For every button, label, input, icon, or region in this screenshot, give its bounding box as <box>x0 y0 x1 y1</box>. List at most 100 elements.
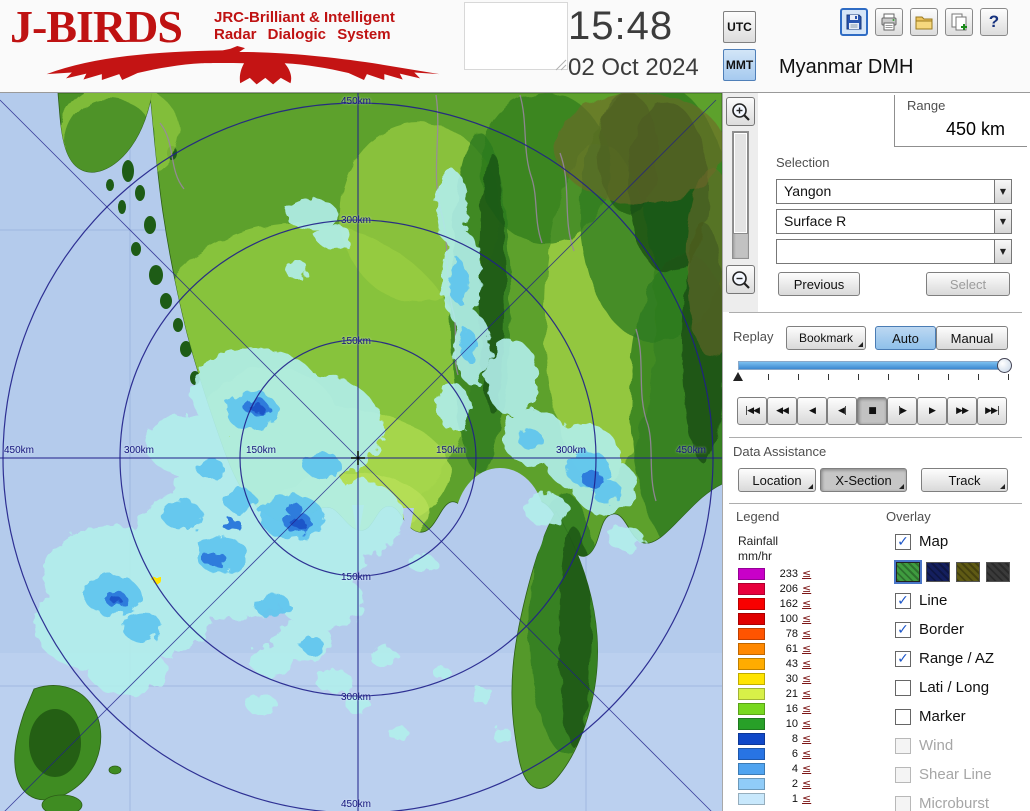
track-button[interactable]: Track <box>921 468 1008 492</box>
location-button[interactable]: Location <box>738 468 816 492</box>
legend-row: 1 ≤ <box>738 791 811 806</box>
print-icon <box>881 13 897 31</box>
map-style-swatch-3[interactable] <box>986 562 1010 582</box>
legend-color-swatch <box>738 642 765 655</box>
legend-row: 233 ≤ <box>738 566 811 581</box>
divider <box>729 503 1022 504</box>
radar-map-area[interactable]: 450km 300km 150km 150km 300km 450km 450km 300km… <box>0 93 722 811</box>
legend-lte-symbol: ≤ <box>802 792 812 805</box>
previous-button[interactable]: Previous <box>778 272 860 296</box>
legend-rows: 233 ≤206 ≤162 ≤100 ≤78 ≤61 ≤43 ≤30 ≤21 ≤16 ≤10 ≤8 ≤6… <box>738 566 811 806</box>
playback-button-8[interactable]: ▶▶| <box>977 397 1007 425</box>
replay-slider[interactable] <box>738 358 1012 373</box>
checkbox-line[interactable]: ✓ <box>895 592 911 609</box>
legend-lte-symbol: ≤ <box>802 597 812 610</box>
checkbox-lati-long[interactable] <box>895 679 911 696</box>
overlay-item-line[interactable]: ✓ Line <box>895 592 1027 609</box>
radar-map-canvas[interactable] <box>0 93 722 811</box>
legend-lte-symbol: ≤ <box>802 657 812 670</box>
menu-corner-icon <box>899 484 904 489</box>
playback-button-6[interactable]: ▶ <box>917 397 947 425</box>
map-style-swatch-0[interactable] <box>894 560 922 584</box>
zoom-in-button[interactable] <box>726 97 755 126</box>
bookmark-button-label: Bookmark <box>798 331 854 345</box>
overlay-list: ✓ Map ✓ Line ✓ Border ✓ Range / AZ Lati / Long Ma… <box>894 533 1027 811</box>
checkbox-range-az[interactable]: ✓ <box>895 650 911 667</box>
checkbox-shear-line <box>895 766 911 783</box>
replay-slider-ticks <box>738 374 1010 380</box>
checkbox-border[interactable]: ✓ <box>895 621 911 638</box>
chevron-down-icon[interactable]: ▼ <box>994 180 1011 203</box>
replay-slider-handle[interactable] <box>997 358 1012 373</box>
playback-button-0[interactable]: |◀◀ <box>737 397 767 425</box>
legend-value: 206 <box>779 582 798 595</box>
help-button[interactable]: ? <box>980 8 1008 36</box>
legend-color-swatch <box>738 747 765 760</box>
playback-row: |◀◀ ◀◀ ◀ ◀| ■ |▶ ▶ ▶▶ ▶▶| <box>737 397 1007 425</box>
auto-button[interactable]: Auto <box>875 326 936 350</box>
zoom-out-button[interactable] <box>726 265 755 294</box>
legend-row: 61 ≤ <box>738 641 811 656</box>
overlay-item-range-az[interactable]: ✓ Range / AZ <box>895 650 1027 667</box>
x-section-button-label: X-Section <box>835 472 892 488</box>
legend-lte-symbol: ≤ <box>802 717 812 730</box>
chevron-down-icon[interactable]: ▼ <box>994 240 1011 263</box>
legend-lte-symbol: ≤ <box>802 567 812 580</box>
option-dropdown[interactable]: ▼ <box>776 239 1012 264</box>
print-button[interactable] <box>875 8 903 36</box>
timezone-mmt-button[interactable]: MMT <box>723 49 756 81</box>
playback-button-5[interactable]: |▶ <box>887 397 917 425</box>
legend-value: 61 <box>785 642 798 655</box>
map-style-swatch-1[interactable] <box>926 562 950 582</box>
overlay-item-lati-long[interactable]: Lati / Long <box>895 679 1027 696</box>
legend-color-swatch <box>738 582 765 595</box>
divider <box>729 437 1022 438</box>
overlay-item-border[interactable]: ✓ Border <box>895 621 1027 638</box>
range-value: 450 km <box>945 119 1005 139</box>
timezone-utc-button[interactable]: UTC <box>723 11 756 43</box>
overlay-label-border: Border <box>919 621 965 638</box>
legend-value: 162 <box>779 597 798 610</box>
playback-button-2[interactable]: ◀ <box>797 397 827 425</box>
legend-value: 4 <box>791 762 798 775</box>
legend-value: 100 <box>779 612 798 625</box>
save-button[interactable] <box>840 8 868 36</box>
x-section-button[interactable]: X-Section <box>820 468 907 492</box>
select-button: Select <box>926 272 1010 296</box>
site-dropdown[interactable]: Yangon ▼ <box>776 179 1012 204</box>
zoom-scrollbar-track[interactable] <box>732 131 749 259</box>
legend-value: 30 <box>785 672 798 685</box>
checkbox-marker[interactable] <box>895 708 911 725</box>
map-style-swatch-2[interactable] <box>956 562 980 582</box>
zoom-scrollbar-thumb[interactable] <box>733 132 748 234</box>
logo-subtitle-line2: Radar Dialogic System <box>214 26 391 43</box>
checkbox-map[interactable]: ✓ <box>895 533 911 550</box>
overlay-item-microburst: Microburst <box>895 795 1027 811</box>
playback-button-4[interactable]: ■ <box>857 397 887 425</box>
product-dropdown-value: Surface R <box>784 213 847 229</box>
help-icon: ? <box>988 12 1000 31</box>
playback-button-1[interactable]: ◀◀ <box>767 397 797 425</box>
overlay-label-microburst: Microburst <box>919 795 990 811</box>
overlay-item-map[interactable]: ✓ Map <box>895 533 1027 550</box>
legend-section-label: Legend <box>736 509 780 524</box>
legend-row: 8 ≤ <box>738 731 811 746</box>
manual-button[interactable]: Manual <box>936 326 1008 350</box>
legend-color-swatch <box>738 567 765 580</box>
overlay-item-marker[interactable]: Marker <box>895 708 1027 725</box>
legend-row: 162 ≤ <box>738 596 811 611</box>
chevron-down-icon[interactable]: ▼ <box>994 210 1011 233</box>
playback-button-7[interactable]: ▶▶ <box>947 397 977 425</box>
legend-row: 78 ≤ <box>738 626 811 641</box>
open-button[interactable] <box>910 8 938 36</box>
playback-button-3[interactable]: ◀| <box>827 397 857 425</box>
product-dropdown[interactable]: Surface R ▼ <box>776 209 1012 234</box>
export-button[interactable] <box>945 8 973 36</box>
legend-lte-symbol: ≤ <box>802 672 812 685</box>
legend-value: 10 <box>785 717 798 730</box>
overlay-label-range-az: Range / AZ <box>919 650 995 667</box>
bookmark-button[interactable]: Bookmark <box>786 326 866 350</box>
zoom-out-icon <box>731 270 750 289</box>
clock-time: 15:48 <box>568 4 674 48</box>
clock-date: 02 Oct 2024 <box>568 54 699 81</box>
